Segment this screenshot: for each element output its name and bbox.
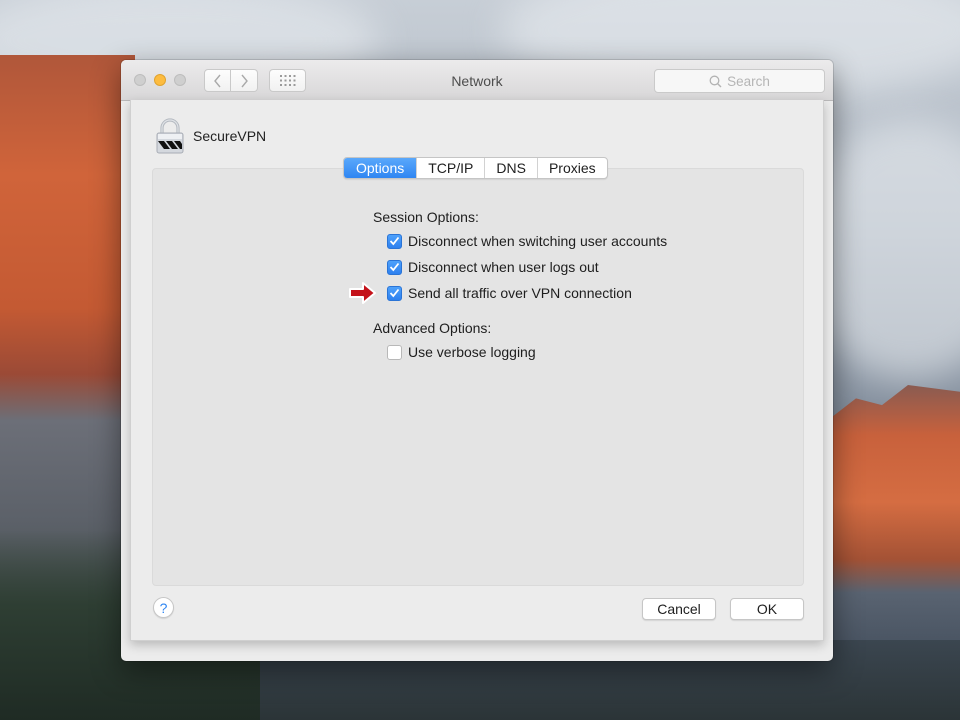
red-arrow-annotation-icon: [349, 282, 376, 304]
cancel-button[interactable]: Cancel: [642, 598, 716, 620]
advanced-options-heading: Advanced Options:: [373, 320, 492, 336]
send-all-traffic-checkbox[interactable]: Send all traffic over VPN connection: [387, 285, 632, 301]
tab-proxies[interactable]: Proxies: [536, 158, 607, 178]
service-header: SecureVPN: [155, 118, 267, 154]
title-bar: Network Search: [121, 60, 833, 101]
disconnect-logout-checkbox[interactable]: Disconnect when user logs out: [387, 259, 599, 275]
vpn-advanced-sheet: SecureVPN Options TCP/IP DNS Proxies Ses…: [130, 100, 824, 641]
disconnect-switching-users-checkbox[interactable]: Disconnect when switching user accounts: [387, 233, 667, 249]
checkbox-checked-icon[interactable]: [387, 233, 402, 249]
option-label: Disconnect when user logs out: [408, 259, 599, 275]
ok-button[interactable]: OK: [730, 598, 804, 620]
tab-dns[interactable]: DNS: [484, 158, 537, 178]
tab-bar: Options TCP/IP DNS Proxies: [343, 157, 608, 179]
checkbox-checked-icon[interactable]: [387, 259, 402, 275]
checkbox-unchecked-icon[interactable]: [387, 344, 402, 360]
option-label: Use verbose logging: [408, 344, 536, 360]
session-options-heading: Session Options:: [373, 209, 479, 225]
help-button[interactable]: ?: [153, 597, 174, 618]
checkbox-checked-icon[interactable]: [387, 285, 402, 301]
search-icon: [709, 75, 722, 87]
tab-view-panel: [152, 168, 804, 586]
option-label: Send all traffic over VPN connection: [408, 285, 632, 301]
search-placeholder: Search: [727, 73, 770, 89]
lock-icon: [155, 118, 185, 154]
search-field[interactable]: Search: [654, 69, 825, 93]
verbose-logging-checkbox[interactable]: Use verbose logging: [387, 344, 536, 360]
option-label: Disconnect when switching user accounts: [408, 233, 668, 249]
tab-tcp-ip[interactable]: TCP/IP: [416, 158, 484, 178]
service-name: SecureVPN: [193, 127, 267, 144]
tab-options[interactable]: Options: [344, 158, 417, 178]
